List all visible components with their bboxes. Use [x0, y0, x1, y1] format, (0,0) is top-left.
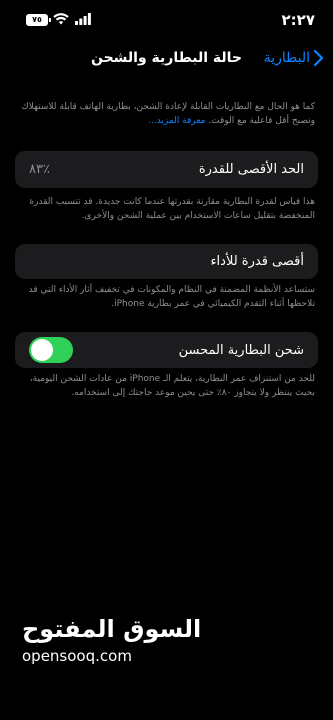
chevron-right-icon — [314, 50, 323, 66]
battery-level: ٧٥ — [32, 15, 42, 24]
navigation-bar: حالة البطارية والشحن البطارية — [0, 44, 333, 74]
max-capacity-row: الحد الأقصى للقدرة ٪٨٣ — [15, 151, 318, 188]
toggle-knob — [31, 339, 53, 361]
optimized-charging-description: للحد من استنزاف عمر البطارية، يتعلم الـ … — [29, 374, 315, 398]
max-capacity-label: الحد الأقصى للقدرة — [198, 162, 304, 177]
watermark-latin: opensooq.com — [22, 647, 132, 665]
status-bar: ٧٥ ٢:٢٧ — [0, 0, 333, 40]
peak-performance-description: ستساعد الأنظمة المضمنة في النظام والمكون… — [28, 285, 315, 309]
peak-performance-label: أقصى قدرة للأداء — [210, 254, 304, 269]
back-button[interactable]: البطارية — [264, 50, 323, 66]
optimized-charging-row: شحن البطارية المحسن — [15, 332, 318, 368]
max-capacity-description: هذا قياس لقدرة البطارية مقارنة بقدرتها ع… — [29, 197, 315, 221]
back-label: البطارية — [263, 50, 310, 66]
opensooq-watermark: السوق المفتوح opensooq.com — [22, 615, 201, 665]
battery-icon: ٧٥ — [26, 14, 51, 26]
peak-performance-row: أقصى قدرة للأداء — [15, 244, 318, 279]
learn-more-link[interactable]: معرفة المزيد... — [148, 116, 205, 126]
watermark-arabic: السوق المفتوح — [22, 615, 202, 643]
max-capacity-value: ٪٨٣ — [29, 162, 50, 177]
status-time: ٢:٢٧ — [281, 11, 315, 29]
optimized-charging-toggle[interactable] — [29, 337, 73, 363]
optimized-charging-label: شحن البطارية المحسن — [178, 342, 304, 358]
cellular-signal-icon — [75, 13, 91, 25]
wifi-icon — [53, 13, 69, 25]
intro-text: كما هو الحال مع البطاريات القابلة لإعادة… — [18, 100, 315, 128]
